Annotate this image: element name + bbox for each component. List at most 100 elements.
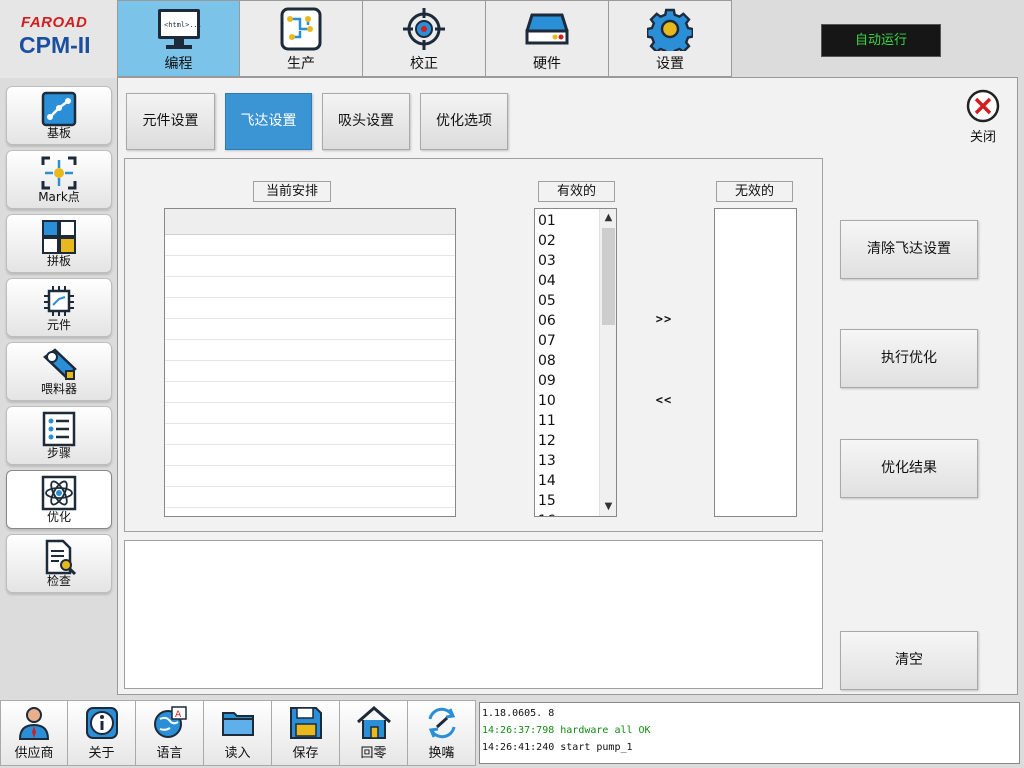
feeder-icon [43,348,77,380]
about-button[interactable]: 关于 [68,700,136,766]
list-item[interactable]: 16 [538,511,556,516]
list-item[interactable] [165,424,455,445]
toolbar-label: 供应商 [14,746,54,761]
feeder-settings-group: 当前安排 有效的 无效的 01 02 03 04 05 06 07 08 09 … [124,158,823,532]
scroll-up-icon[interactable]: ▲ [600,210,616,226]
valid-feeder-list[interactable]: 01 02 03 04 05 06 07 08 09 10 11 12 13 1… [534,208,617,517]
list-item[interactable] [165,445,455,466]
tab-settings[interactable]: 设置 [609,0,732,77]
tab-label: 硬件 [533,56,561,72]
top-tab-bar: <html>.... 编程 生产 校正 硬件 设置 [117,0,732,77]
sidebar-item-label: 优化 [46,510,71,524]
move-to-valid-button[interactable]: << [651,393,677,413]
sidebar-item-board[interactable]: 基板 [6,86,112,145]
log-line: 14:26:37:798 hardware all OK [482,725,651,736]
list-item[interactable] [165,487,455,508]
component-chip-icon [44,286,74,316]
sidebar-item-feeder[interactable]: 喂料器 [6,342,112,401]
log-line: 14:26:41:240 start pump_1 [482,742,633,753]
html-monitor-icon: <html>.... [157,9,202,49]
toolbar-label: 读入 [224,746,251,761]
message-area[interactable] [124,540,823,689]
home-icon [356,706,391,739]
mark-point-icon [41,156,77,190]
app-logo: FAROAD CPM-II [0,0,117,78]
language-button[interactable]: A 语言 [136,700,204,766]
sidebar-item-label: 检查 [46,574,71,588]
subtab-nozzle-settings[interactable]: 吸头设置 [322,93,410,150]
sidebar-item-panelize[interactable]: 拼板 [6,214,112,273]
subtab-component-settings[interactable]: 元件设置 [126,93,215,150]
valid-list-scrollbar[interactable]: ▲ ▼ [599,209,616,516]
list-item[interactable] [165,319,455,340]
current-arrangement-label: 当前安排 [253,181,331,202]
list-item[interactable]: 14 [538,471,556,491]
supplier-button[interactable]: 供应商 [0,700,68,766]
list-item[interactable]: 13 [538,451,556,471]
optimize-atom-icon [41,475,77,511]
invalid-label: 无效的 [716,181,793,202]
sidebar-item-steps[interactable]: 步骤 [6,406,112,465]
tab-production[interactable]: 生产 [240,0,363,77]
status-log[interactable]: 1.18.0605. 8 14:26:37:798 hardware all O… [479,702,1020,764]
toolbar-label: 保存 [292,746,319,761]
sidebar-item-optimize[interactable]: 优化 [6,470,112,529]
list-item[interactable] [165,277,455,298]
list-item[interactable]: 11 [538,411,556,431]
list-item[interactable] [165,403,455,424]
list-item[interactable]: 02 [538,231,556,251]
list-item[interactable] [165,361,455,382]
list-item[interactable]: 06 [538,311,556,331]
list-item[interactable]: 10 [538,391,556,411]
close-button[interactable]: 关闭 [961,88,1005,145]
optimization-result-button[interactable]: 优化结果 [840,439,978,498]
subtab-feeder-settings[interactable]: 飞达设置 [225,93,312,150]
list-item[interactable] [165,466,455,487]
list-item[interactable]: 04 [538,271,556,291]
main-panel: 元件设置 飞达设置 吸头设置 优化选项 关闭 当前安排 有效的 无效的 01 0… [117,77,1018,695]
tab-label: 编程 [164,56,193,72]
nozzle-change-button[interactable]: 换嘴 [408,700,476,766]
list-item[interactable]: 09 [538,371,556,391]
list-item[interactable] [165,298,455,319]
auto-run-indicator[interactable]: 自动运行 [821,24,941,57]
subtab-optimize-options[interactable]: 优化选项 [420,93,508,150]
gear-icon [647,8,693,51]
tab-programming[interactable]: <html>.... 编程 [117,0,240,77]
list-item[interactable] [165,340,455,361]
language-icon: A [153,706,187,738]
scroll-down-icon[interactable]: ▼ [600,499,616,515]
list-item[interactable] [165,382,455,403]
save-button[interactable]: 保存 [272,700,340,766]
list-item[interactable] [165,235,455,256]
invalid-feeder-list[interactable] [714,208,797,517]
sidebar-item-component[interactable]: 元件 [6,278,112,337]
list-item[interactable]: 12 [538,431,556,451]
list-item[interactable]: 15 [538,491,556,511]
home-button[interactable]: 回零 [340,700,408,766]
current-arrangement-list[interactable] [164,208,456,517]
list-item[interactable]: 03 [538,251,556,271]
tab-calibration[interactable]: 校正 [363,0,486,77]
clear-button[interactable]: 清空 [840,631,978,690]
list-item[interactable]: 01 [538,211,556,231]
close-icon [966,89,1000,123]
folder-open-icon [221,712,254,736]
list-item[interactable]: 08 [538,351,556,371]
run-optimization-button[interactable]: 执行优化 [840,329,978,388]
list-item[interactable]: 07 [538,331,556,351]
sidebar-item-mark-point[interactable]: Mark点 [6,150,112,209]
tab-hardware[interactable]: 硬件 [486,0,609,77]
toolbar-label: 语言 [156,746,183,761]
clear-feeder-settings-button[interactable]: 清除飞达设置 [840,220,978,279]
sidebar-item-inspect[interactable]: 检查 [6,534,112,593]
sidebar-item-label: 拼板 [46,254,71,268]
move-to-invalid-button[interactable]: >> [651,312,677,332]
list-item[interactable] [165,508,455,516]
list-item[interactable]: 05 [538,291,556,311]
load-button[interactable]: 读入 [204,700,272,766]
bottom-toolbar: 供应商 关于 A 语言 读入 保存 回零 换嘴 [0,700,476,768]
circuit-chip-icon [280,7,322,51]
list-item[interactable] [165,256,455,277]
scroll-thumb[interactable] [602,228,615,325]
